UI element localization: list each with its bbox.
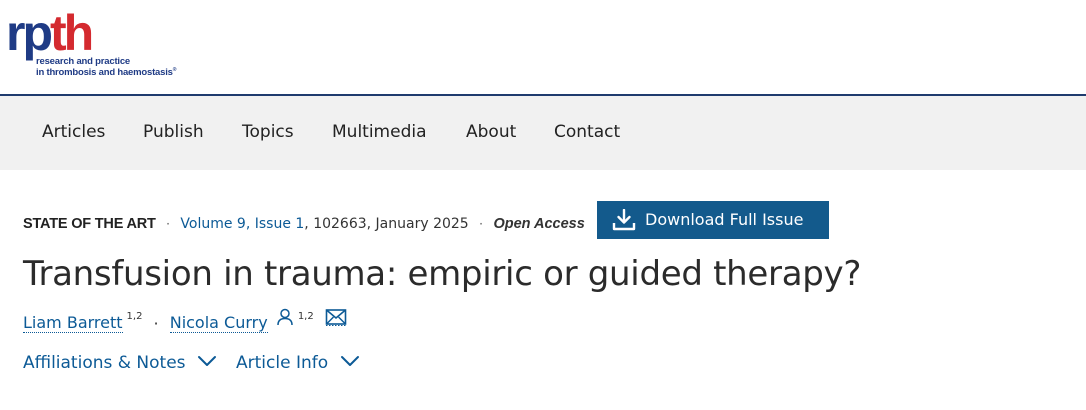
download-icon <box>612 209 636 231</box>
article-info-toggle[interactable]: Article Info <box>236 352 360 374</box>
article-number-date: , 102663, January 2025 <box>304 216 469 232</box>
meta-separator: · <box>166 217 170 231</box>
mail-icon[interactable] <box>325 308 347 326</box>
person-icon <box>277 308 293 326</box>
author-name-nicola-curry[interactable]: Nicola Curry <box>169 314 268 333</box>
journal-logo[interactable]: rpth research and practice in thrombosis… <box>6 8 206 78</box>
chevron-down-icon <box>340 356 359 366</box>
author-separator: · <box>153 313 159 333</box>
nav-item-contact[interactable]: Contact <box>554 122 620 142</box>
chevron-down-icon <box>197 356 216 366</box>
download-button-label: Download Full Issue <box>645 210 804 229</box>
download-full-issue-button[interactable]: Download Full Issue <box>597 201 829 239</box>
registered-mark: ® <box>172 67 177 73</box>
article-info-label: Article Info <box>236 353 329 373</box>
author-list: Liam Barrett 1,2 · Nicola Curry 1,2 <box>23 308 347 334</box>
site-header: rpth research and practice in thrombosis… <box>0 0 1086 96</box>
affiliations-notes-toggle[interactable]: Affiliations & Notes <box>23 352 217 374</box>
author-affiliation-sup[interactable]: 1,2 <box>127 305 143 329</box>
open-access-label: Open Access <box>493 216 585 232</box>
logo-tagline: research and practice in thrombosis and … <box>36 56 177 79</box>
author-affiliation-sup[interactable]: 1,2 <box>298 305 314 329</box>
author-name-liam-barrett[interactable]: Liam Barrett <box>23 314 123 333</box>
logo-wordmark: rpth <box>6 5 94 61</box>
article-meta: STATE OF THE ART · Volume 9, Issue 1, 10… <box>23 213 585 235</box>
affiliations-notes-label: Affiliations & Notes <box>23 353 186 373</box>
nav-item-multimedia[interactable]: Multimedia <box>332 122 427 142</box>
main-nav: Articles Publish Topics Multimedia About… <box>0 96 1086 170</box>
volume-issue-link[interactable]: Volume 9, Issue 1 <box>180 213 304 235</box>
article-title: Transfusion in trauma: empiric or guided… <box>23 254 862 294</box>
nav-item-about[interactable]: About <box>466 122 516 142</box>
logo-tagline-line1: research and practice <box>36 56 131 67</box>
article-type: STATE OF THE ART <box>23 216 156 232</box>
nav-item-articles[interactable]: Articles <box>42 122 105 142</box>
meta-separator: · <box>479 217 483 231</box>
logo-tagline-line2: in thrombosis and haemostasis <box>36 67 173 79</box>
nav-item-topics[interactable]: Topics <box>242 122 294 142</box>
nav-item-publish[interactable]: Publish <box>143 122 204 142</box>
